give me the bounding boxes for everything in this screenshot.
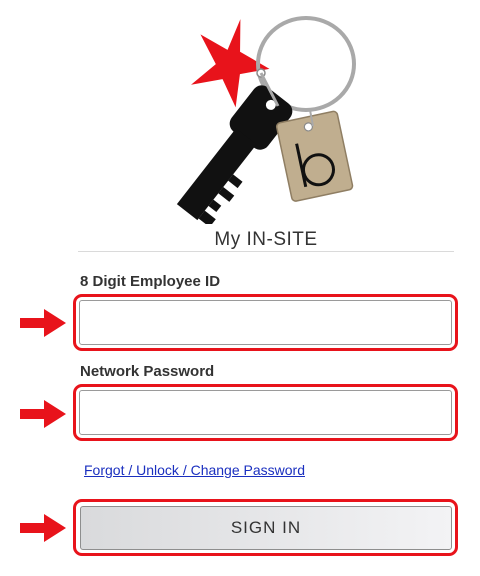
- forgot-password-link[interactable]: Forgot / Unlock / Change Password: [84, 462, 305, 478]
- sign-in-button[interactable]: SIGN IN: [80, 506, 452, 550]
- keychain-logo-icon: [176, 16, 356, 228]
- employee-id-field[interactable]: [79, 300, 452, 345]
- title-divider: [78, 251, 454, 252]
- password-label: Network Password: [80, 363, 215, 380]
- logo: [160, 6, 370, 228]
- arrow-right-icon: [20, 514, 66, 542]
- tag-icon: [275, 110, 354, 202]
- employee-id-label: 8 Digit Employee ID: [80, 273, 221, 290]
- page-title: My IN-SITE: [214, 229, 318, 250]
- arrow-right-icon: [20, 309, 66, 337]
- arrow-right-icon: [20, 400, 66, 428]
- password-field[interactable]: [79, 390, 452, 435]
